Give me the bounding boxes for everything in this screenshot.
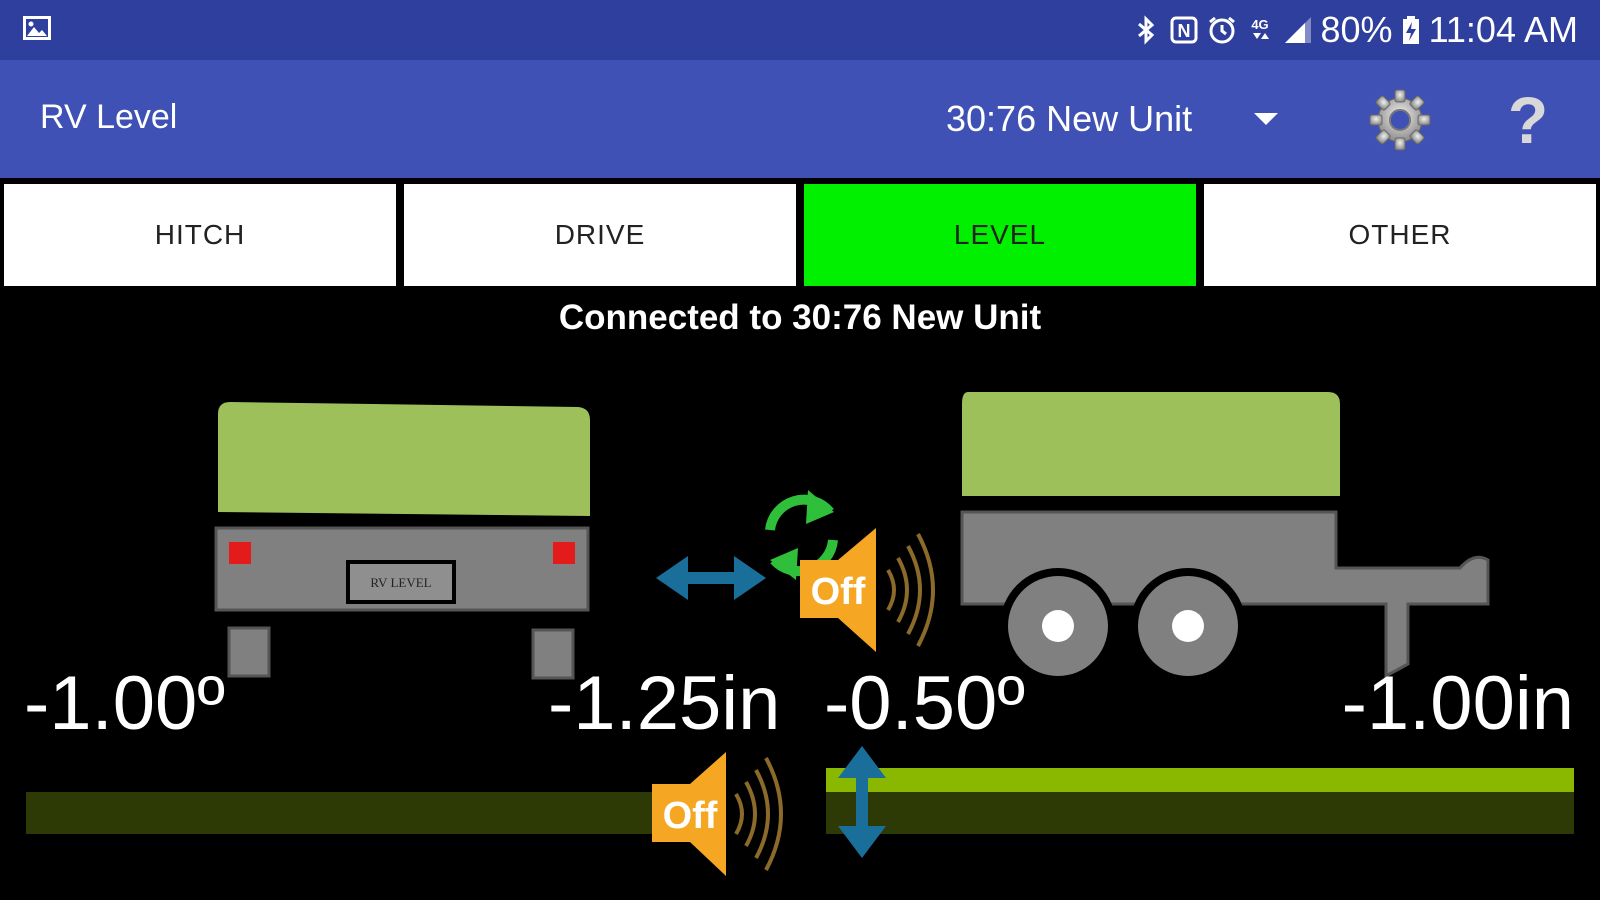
rear-level-bar — [26, 792, 676, 834]
license-plate-text: RV LEVEL — [370, 575, 431, 590]
side-sound-label: Off — [663, 795, 718, 837]
rear-left-leg — [227, 626, 271, 678]
side-angle-reading: -0.50º — [824, 661, 1025, 746]
left-tail-light — [229, 542, 251, 564]
side-height-reading: -1.00in — [1341, 661, 1574, 746]
front-hub — [1042, 610, 1074, 642]
side-level-indicator — [826, 768, 1574, 792]
rear-sound-toggle[interactable]: Off — [800, 528, 935, 652]
sound-waves-icon — [886, 533, 935, 647]
rear-sound-label: Off — [811, 571, 866, 613]
side-canopy — [962, 392, 1340, 496]
rear-height-reading: -1.25in — [548, 661, 781, 746]
rear-canopy — [218, 402, 590, 516]
side-level-bar — [826, 792, 1574, 834]
horizontal-arrow-icon — [656, 556, 766, 600]
level-scene: RV LEVEL Off Off — [26, 392, 1574, 876]
rear-view-trailer: RV LEVEL — [214, 402, 590, 680]
side-view-trailer — [960, 392, 1490, 684]
rear-hub — [1172, 610, 1204, 642]
side-sound-toggle[interactable]: Off — [652, 752, 783, 876]
right-tail-light — [553, 542, 575, 564]
rear-angle-reading: -1.00º — [24, 661, 225, 746]
sound-waves-icon — [734, 757, 783, 871]
